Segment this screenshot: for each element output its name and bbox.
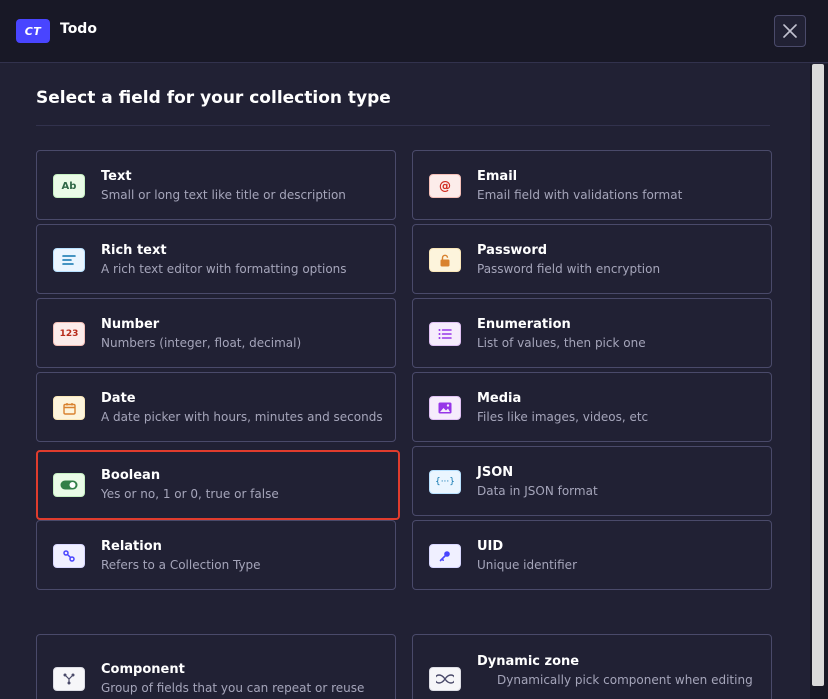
field-description: A rich text editor with formatting optio… bbox=[101, 262, 347, 276]
at-icon: @ bbox=[429, 174, 461, 198]
field-title: Number bbox=[101, 317, 160, 332]
field-title: Relation bbox=[101, 539, 162, 554]
field-title: Text bbox=[101, 169, 132, 184]
lock-icon bbox=[429, 248, 461, 272]
field-title: Boolean bbox=[101, 468, 161, 483]
divider bbox=[36, 125, 770, 126]
field-title: Rich text bbox=[101, 243, 167, 258]
modal-title: Todo bbox=[60, 21, 97, 37]
number-icon: 123 bbox=[53, 322, 85, 346]
section-title: Select a field for your collection type bbox=[36, 88, 391, 108]
field-description: Refers to a Collection Type bbox=[101, 558, 261, 572]
field-description: Numbers (integer, float, decimal) bbox=[101, 336, 302, 350]
field-card-relation[interactable]: Relation Refers to a Collection Type bbox=[36, 520, 396, 590]
field-card-dynamic-zone[interactable]: Dynamic zone Dynamically pick component … bbox=[412, 634, 772, 699]
field-description: Data in JSON format bbox=[477, 484, 598, 498]
close-icon bbox=[783, 24, 797, 38]
scrollbar-thumb[interactable] bbox=[812, 64, 824, 686]
field-card-json[interactable]: {···} JSON Data in JSON format bbox=[412, 446, 772, 516]
field-card-rich-text[interactable]: Rich text A rich text editor with format… bbox=[36, 224, 396, 294]
field-card-component[interactable]: Component Group of fields that you can r… bbox=[36, 634, 396, 699]
field-card-number[interactable]: 123 Number Numbers (integer, float, deci… bbox=[36, 298, 396, 368]
collection-type-badge: CT bbox=[16, 19, 50, 43]
field-description: A date picker with hours, minutes and se… bbox=[101, 410, 383, 424]
field-title: Email bbox=[477, 169, 518, 184]
image-icon bbox=[429, 396, 461, 420]
field-title: Date bbox=[101, 391, 136, 406]
field-description: Unique identifier bbox=[477, 558, 577, 572]
field-description: Dynamically pick component when editing bbox=[497, 673, 753, 687]
list-icon bbox=[429, 322, 461, 346]
field-card-email[interactable]: @ Email Email field with validations for… bbox=[412, 150, 772, 220]
field-title: Media bbox=[477, 391, 522, 406]
field-card-password[interactable]: Password Password field with encryption bbox=[412, 224, 772, 294]
infinity-icon bbox=[429, 667, 461, 691]
key-icon bbox=[429, 544, 461, 568]
field-description: Small or long text like title or descrip… bbox=[101, 188, 346, 202]
field-card-media[interactable]: Media Files like images, videos, etc bbox=[412, 372, 772, 442]
close-button[interactable] bbox=[774, 15, 806, 47]
field-card-boolean[interactable]: Boolean Yes or no, 1 or 0, true or false bbox=[36, 450, 400, 520]
field-card-enumeration[interactable]: Enumeration List of values, then pick on… bbox=[412, 298, 772, 368]
field-description: Password field with encryption bbox=[477, 262, 661, 276]
field-description: Files like images, videos, etc bbox=[477, 410, 649, 424]
json-icon: {···} bbox=[429, 470, 461, 494]
calendar-icon bbox=[53, 396, 85, 420]
field-title: JSON bbox=[477, 465, 514, 480]
field-description: List of values, then pick one bbox=[477, 336, 646, 350]
field-card-date[interactable]: Date A date picker with hours, minutes a… bbox=[36, 372, 396, 442]
toggle-icon bbox=[53, 473, 85, 497]
field-title: Component bbox=[101, 662, 185, 677]
field-title: Password bbox=[477, 243, 548, 258]
field-description: Email field with validations format bbox=[477, 188, 683, 202]
field-title: Enumeration bbox=[477, 317, 571, 332]
text-icon: Ab bbox=[53, 174, 85, 198]
field-description: Group of fields that you can repeat or r… bbox=[101, 681, 365, 695]
rich-text-icon bbox=[53, 248, 85, 272]
field-description: Yes or no, 1 or 0, true or false bbox=[101, 487, 279, 501]
link-icon bbox=[53, 544, 85, 568]
modal-header: CT Todo bbox=[0, 0, 828, 63]
field-card-text[interactable]: Ab Text Small or long text like title or… bbox=[36, 150, 396, 220]
field-title: Dynamic zone bbox=[477, 654, 580, 669]
field-card-uid[interactable]: UID Unique identifier bbox=[412, 520, 772, 590]
component-icon bbox=[53, 667, 85, 691]
field-title: UID bbox=[477, 539, 504, 554]
